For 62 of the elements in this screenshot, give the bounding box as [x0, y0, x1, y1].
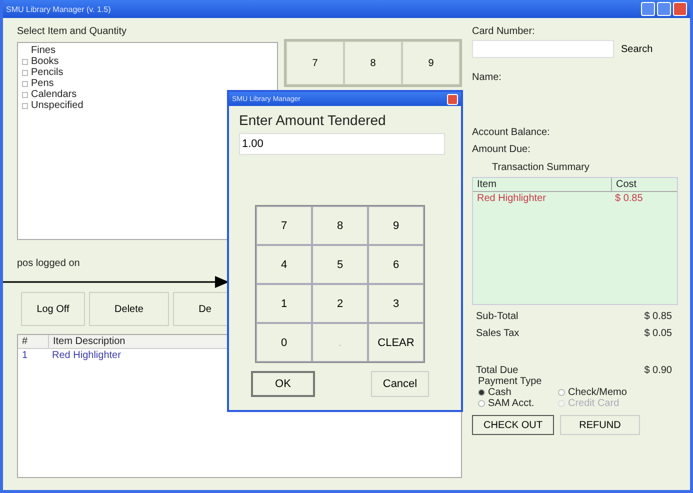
maximize-icon[interactable] — [657, 2, 671, 16]
status-text: pos logged on — [17, 258, 80, 271]
total-value: $ 0.85 — [644, 311, 672, 322]
keypad-key[interactable]: 2 — [312, 284, 368, 323]
keypad-key[interactable]: 3 — [368, 284, 424, 323]
payment-type-label: Payment Type — [478, 376, 543, 387]
total-label: Sales Tax — [476, 328, 520, 339]
table-cell-text: Red Highlighter — [476, 192, 547, 205]
close-icon[interactable] — [673, 2, 687, 16]
field-label: Amount Due: — [472, 144, 532, 155]
keypad-key[interactable]: 4 — [256, 245, 312, 284]
radio-button[interactable] — [478, 389, 485, 396]
total-label: Sub-Total — [476, 311, 518, 322]
search-button[interactable]: Search — [617, 42, 657, 56]
close-icon[interactable] — [447, 94, 458, 104]
total-label: Total Due — [476, 365, 518, 376]
keypad-key[interactable]: 9 — [368, 206, 424, 245]
minimize-icon[interactable] — [641, 2, 655, 16]
dialog-button[interactable]: OK — [251, 371, 315, 397]
field-label: Card Number: — [472, 26, 536, 37]
column-header[interactable]: Item — [473, 178, 612, 191]
card-number-field[interactable] — [472, 40, 614, 58]
keypad-key[interactable]: 1 — [256, 284, 312, 323]
action-button[interactable]: Delete — [89, 292, 169, 326]
section-label: Select Item and Quantity — [17, 26, 128, 37]
dialog-button[interactable]: Cancel — [371, 371, 429, 397]
table-cell-text: 1 — [21, 349, 29, 362]
total-value: $ 0.05 — [644, 328, 672, 339]
tree-item[interactable]: Pencils — [31, 67, 64, 78]
table-cell-text: $ 0.85 — [614, 192, 644, 205]
keypad-key[interactable]: CLEAR — [368, 323, 424, 362]
keypad-key[interactable]: 7 — [286, 41, 344, 85]
keypad-key[interactable]: 8 — [344, 41, 402, 85]
field-label: Name: — [472, 72, 502, 83]
window-title: SMU Library Manager (v. 1.5) — [6, 4, 111, 14]
keypad-key[interactable]: 5 — [312, 245, 368, 284]
action-button[interactable]: REFUND — [560, 415, 640, 435]
radio-label[interactable]: SAM Acct. — [488, 398, 534, 409]
total-value: $ 0.90 — [644, 365, 672, 376]
keypad-key[interactable]: 6 — [368, 245, 424, 284]
field-label: Account Balance: — [472, 127, 551, 138]
table-cell-text: Red Highlighter — [51, 349, 122, 362]
column-header[interactable]: # — [18, 335, 49, 348]
action-button[interactable]: CHECK OUT — [472, 415, 554, 435]
radio-label[interactable]: Check/Memo — [568, 387, 627, 398]
tree-item[interactable]: Calendars — [31, 89, 77, 100]
radio-button[interactable] — [478, 400, 485, 407]
keypad-key[interactable]: 0 — [256, 323, 312, 362]
tree-item[interactable]: Unspecified — [31, 100, 84, 111]
radio-label[interactable]: Cash — [488, 387, 512, 398]
summary-title: Transaction Summary — [492, 162, 590, 173]
tree-item[interactable]: Fines — [31, 45, 56, 56]
tree-item[interactable]: Books — [31, 56, 59, 67]
keypad-key[interactable]: 7 — [256, 206, 312, 245]
keypad-key[interactable]: 8 — [312, 206, 368, 245]
amount-field[interactable]: 1.00 — [239, 133, 445, 155]
tree-item[interactable]: Pens — [31, 78, 54, 89]
column-header[interactable]: Item Description — [49, 335, 130, 348]
action-button[interactable]: Log Off — [21, 292, 85, 326]
column-header[interactable]: Cost — [612, 178, 641, 191]
keypad-key[interactable]: 9 — [402, 41, 460, 85]
radio-button[interactable] — [558, 389, 565, 396]
